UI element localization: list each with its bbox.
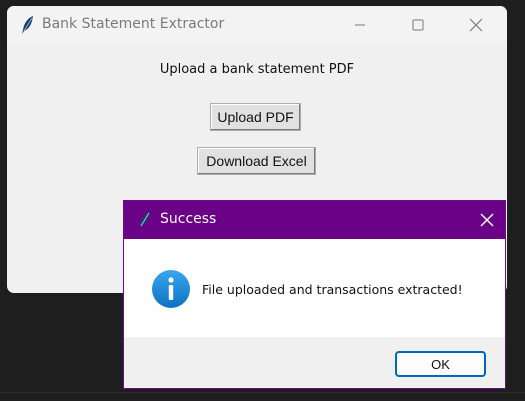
success-dialog: Success File uploaded and transactions e… [123,200,506,389]
close-icon [469,18,483,32]
ok-button[interactable]: OK [395,351,486,377]
dialog-message: File uploaded and transactions extracted… [202,282,463,297]
close-button[interactable] [453,6,499,44]
taskbar-edge [0,392,525,393]
close-icon[interactable] [477,210,497,230]
minimize-icon [355,24,365,26]
upload-pdf-button[interactable]: Upload PDF [210,103,301,131]
dialog-title: Success [160,211,217,227]
feather-icon [22,16,33,34]
minimize-button[interactable] [337,6,383,44]
maximize-icon [412,19,424,31]
upload-prompt-label: Upload a bank statement PDF [159,62,355,77]
info-icon [152,270,190,308]
window-title: Bank Statement Extractor [42,16,225,32]
download-excel-button[interactable]: Download Excel [197,147,316,175]
feather-icon [139,211,150,229]
dialog-body: File uploaded and transactions extracted… [124,239,505,337]
dialog-titlebar[interactable]: Success [124,201,505,239]
maximize-button[interactable] [395,6,441,44]
main-titlebar[interactable]: Bank Statement Extractor [7,6,507,44]
